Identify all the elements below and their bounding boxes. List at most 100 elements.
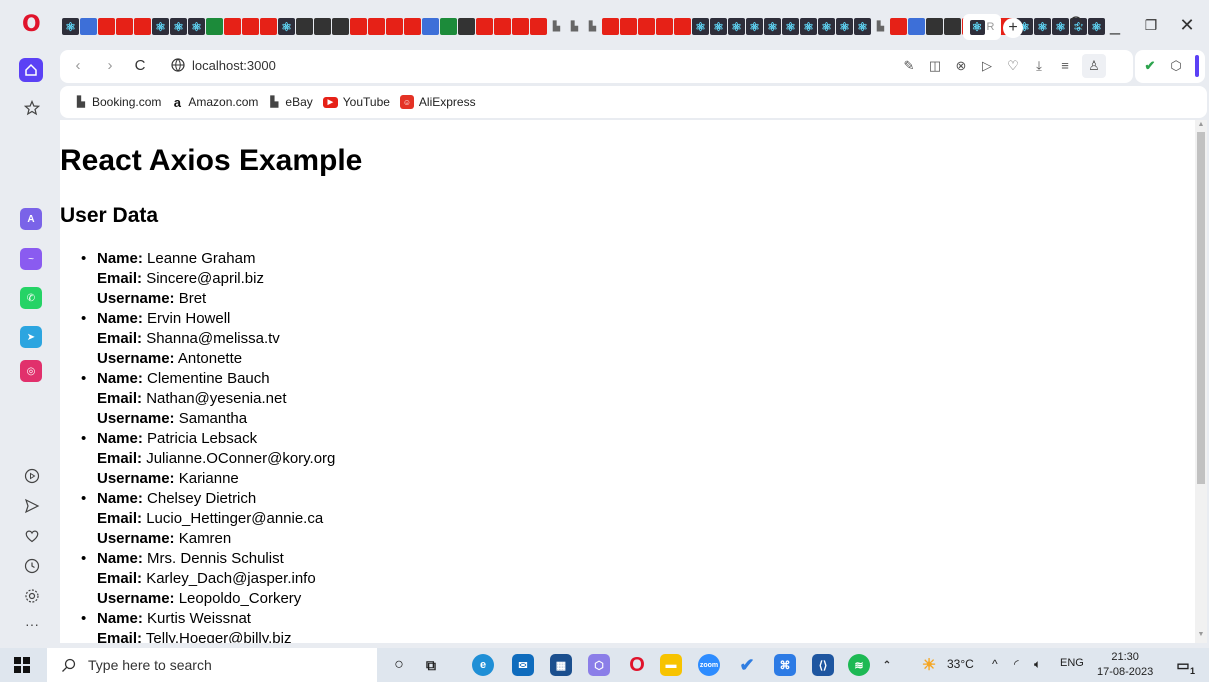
bookmark-amazon[interactable]: a Amazon.com <box>171 95 259 110</box>
bookmark-aliexpress[interactable]: ☺ AliExpress <box>399 95 476 109</box>
youtube-tab-icon[interactable] <box>602 18 619 35</box>
messenger-icon[interactable]: ~ <box>20 248 42 270</box>
settings-icon[interactable] <box>22 586 42 606</box>
new-tab-button[interactable]: + <box>1003 18 1023 38</box>
react-tab-icon[interactable]: ⚛ <box>800 18 817 35</box>
tab-favicon[interactable] <box>422 18 439 35</box>
react-tab-icon[interactable]: ⚛ <box>1088 18 1105 35</box>
wifi-icon[interactable]: ◜ <box>1014 657 1019 671</box>
history-icon[interactable] <box>22 556 42 576</box>
scroll-down-icon[interactable]: ▼ <box>1196 631 1206 641</box>
scrollbar[interactable]: ▲ ▼ <box>1195 120 1207 643</box>
opera-taskbar-icon[interactable]: O <box>626 654 648 676</box>
mail-icon[interactable]: ✉ <box>512 654 534 676</box>
heart-icon[interactable] <box>22 526 42 546</box>
react-tab-icon[interactable]: ⚛ <box>152 18 169 35</box>
sidebar-toggle[interactable] <box>1195 55 1199 77</box>
edge-icon[interactable]: e <box>472 654 494 676</box>
youtube-tab-icon[interactable] <box>116 18 133 35</box>
edit-icon[interactable]: ✎ <box>900 57 918 75</box>
react-tab-icon[interactable]: ⚛ <box>728 18 745 35</box>
tab-favicon[interactable]: ▙ <box>548 18 565 35</box>
profile-icon[interactable]: ♙ <box>1082 54 1106 78</box>
zoom-icon[interactable]: zoom <box>698 654 720 676</box>
tab-favicon[interactable] <box>332 18 349 35</box>
back-icon[interactable]: ‹ <box>68 56 88 76</box>
search-tabs-icon[interactable] <box>1066 14 1088 36</box>
home-button[interactable] <box>19 58 43 82</box>
tab-favicon[interactable]: ▙ <box>872 18 889 35</box>
youtube-tab-icon[interactable] <box>242 18 259 35</box>
notification-icon[interactable]: ▭ 1 <box>1172 654 1195 677</box>
tab-favicon[interactable] <box>908 18 925 35</box>
react-tab-icon[interactable]: ⚛ <box>62 18 79 35</box>
tab-favicon[interactable] <box>926 18 943 35</box>
player-icon[interactable] <box>22 466 42 486</box>
forward-icon[interactable]: › <box>100 56 120 76</box>
extensions-icon[interactable]: ⬡ <box>1167 57 1185 75</box>
youtube-tab-icon[interactable] <box>386 18 403 35</box>
star-icon[interactable] <box>22 98 42 118</box>
tab-favicon[interactable] <box>314 18 331 35</box>
youtube-tab-icon[interactable] <box>134 18 151 35</box>
opera-logo-icon[interactable]: O <box>22 14 44 36</box>
weather-icon[interactable]: ☀ <box>918 654 940 676</box>
youtube-tab-icon[interactable] <box>638 18 655 35</box>
file-explorer-icon[interactable]: ▬ <box>660 654 682 676</box>
tab-favicon[interactable]: ▙ <box>584 18 601 35</box>
scroll-up-icon[interactable]: ▲ <box>1196 121 1206 131</box>
youtube-tab-icon[interactable] <box>656 18 673 35</box>
tray-overflow-icon[interactable]: ⌃ <box>880 654 894 676</box>
tab-favicon[interactable] <box>80 18 97 35</box>
tab-favicon[interactable] <box>458 18 475 35</box>
react-tab-icon[interactable]: ⚛ <box>692 18 709 35</box>
remote-icon[interactable]: ⌘ <box>774 654 796 676</box>
aria-icon[interactable]: A <box>20 208 42 230</box>
camera-icon[interactable]: ◫ <box>926 57 944 75</box>
react-tab-icon[interactable]: ⚛ <box>818 18 835 35</box>
youtube-tab-icon[interactable] <box>260 18 277 35</box>
react-tab-icon[interactable]: ⚛ <box>1034 18 1051 35</box>
language-indicator[interactable]: ENG <box>1060 657 1084 669</box>
youtube-tab-icon[interactable] <box>512 18 529 35</box>
youtube-tab-icon[interactable] <box>476 18 493 35</box>
react-tab-icon[interactable]: ⚛ <box>278 18 295 35</box>
menu-icon[interactable]: ≡ <box>1056 57 1074 75</box>
react-tab-icon[interactable]: ⚛ <box>710 18 727 35</box>
tab-favicons[interactable]: ⚛ ⚛ ⚛ ⚛ ⚛ ▙ ▙ ▙ ⚛ ⚛ ⚛ ⚛ ⚛ ⚛ ⚛ ⚛ ⚛ ⚛ ▙ ⚛ ⚛ ⚛ ⚛ ⚛ <box>62 18 1105 35</box>
vscode-icon[interactable]: ⟨⟩ <box>812 654 834 676</box>
react-tab-icon[interactable]: ⚛ <box>746 18 763 35</box>
react-tab-icon[interactable]: ⚛ <box>854 18 871 35</box>
close-button[interactable]: ✕ <box>1176 14 1198 36</box>
tab-favicon[interactable] <box>296 18 313 35</box>
react-tab-icon[interactable]: ⚛ <box>170 18 187 35</box>
youtube-tab-icon[interactable] <box>530 18 547 35</box>
youtube-tab-icon[interactable] <box>620 18 637 35</box>
minimize-button[interactable]: _ <box>1104 14 1126 36</box>
cortana-icon[interactable]: ○ <box>388 654 410 676</box>
heart-icon[interactable]: ♡ <box>1004 57 1022 75</box>
task-view-icon[interactable]: ⧉ <box>420 654 442 676</box>
react-tab-icon[interactable]: ⚛ <box>764 18 781 35</box>
tab-favicon[interactable] <box>206 18 223 35</box>
reload-icon[interactable]: C <box>130 56 150 76</box>
restore-button[interactable]: ❐ <box>1140 14 1162 36</box>
taskbar-search[interactable]: Type here to search <box>47 648 377 682</box>
youtube-tab-icon[interactable] <box>368 18 385 35</box>
extension-check-icon[interactable]: ✔ <box>1141 57 1159 75</box>
store-icon[interactable]: ▦ <box>550 654 572 676</box>
youtube-tab-icon[interactable] <box>494 18 511 35</box>
youtube-tab-icon[interactable] <box>224 18 241 35</box>
youtube-tab-icon[interactable] <box>890 18 907 35</box>
more-icon[interactable]: ··· <box>22 614 42 634</box>
url-field[interactable]: localhost:3000 <box>192 58 276 73</box>
bookmark-ebay[interactable]: ▙ eBay <box>268 95 313 109</box>
spotify-icon[interactable]: ≋ <box>848 654 870 676</box>
youtube-tab-icon[interactable] <box>98 18 115 35</box>
temperature[interactable]: 33°C <box>947 657 974 671</box>
tab-favicon[interactable]: ▙ <box>566 18 583 35</box>
youtube-tab-icon[interactable] <box>350 18 367 35</box>
block-icon[interactable]: ⊗ <box>952 57 970 75</box>
react-tab-icon[interactable]: ⚛ <box>836 18 853 35</box>
youtube-tab-icon[interactable] <box>674 18 691 35</box>
